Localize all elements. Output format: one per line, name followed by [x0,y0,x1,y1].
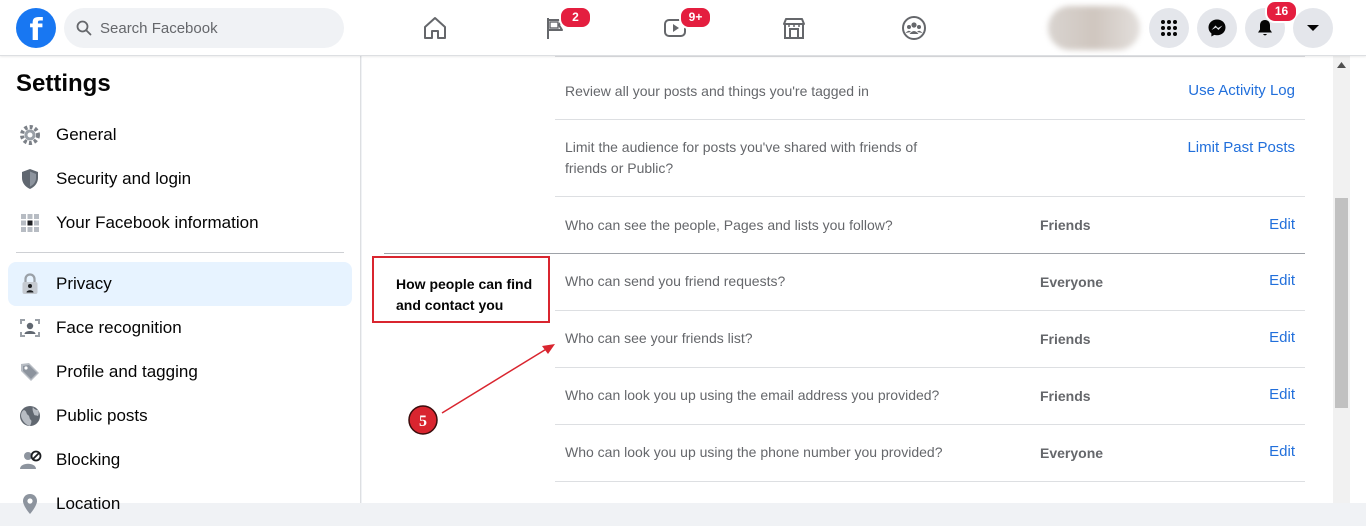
sidebar-item-label: Privacy [56,274,112,293]
sidebar-item-label: General [56,125,117,144]
setting-question: Limit the audience for posts you've shar… [565,139,918,176]
nav-marketplace[interactable] [774,8,814,48]
sidebar-item-label: Security and login [56,169,192,188]
account-button[interactable] [1293,8,1333,48]
sidebar-item-your-information[interactable]: Your Facebook information [8,201,352,245]
sidebar-item-profile-tagging[interactable]: Profile and tagging [8,350,352,394]
nav-home[interactable] [415,8,455,48]
settings-sidebar: Settings General Security and login Your… [0,56,361,514]
sidebar-item-label: Your Facebook information [56,213,259,232]
blocked-user-icon [16,446,44,474]
nav-watch[interactable]: 9+ [655,6,712,48]
groups-icon [902,16,926,40]
home-icon [424,17,446,39]
store-icon [783,18,805,39]
sidebar-item-label: Location [56,494,121,513]
location-icon [16,490,44,518]
sidebar-item-face-recognition[interactable]: Face recognition [8,306,352,350]
setting-value: Friends [1040,331,1091,347]
privacy-settings-panel: Review all your posts and things you're … [362,56,1333,503]
search-box[interactable] [64,8,344,48]
annotation-arrowhead [542,344,555,354]
limit-past-posts-link[interactable]: Limit Past Posts [1187,139,1295,156]
setting-value: Everyone [1040,274,1104,290]
shield-icon [16,165,44,193]
notifications-badge: 16 [1265,0,1298,23]
use-activity-log-link[interactable]: Use Activity Log [1188,82,1295,99]
annotation-arrow [441,347,549,414]
settings-row-limit-past-posts: Limit the audience for posts you've shar… [555,120,1305,197]
setting-question: Who can see the people, Pages and lists … [565,217,893,233]
right-gutter [1350,56,1366,503]
profile-avatar[interactable] [1048,6,1140,50]
sidebar-item-label: Profile and tagging [56,362,198,381]
sidebar-item-security[interactable]: Security and login [8,157,352,201]
search-icon [76,20,92,36]
edit-link[interactable]: Edit [1269,386,1295,403]
setting-value: Friends [1040,217,1091,233]
edit-link[interactable]: Edit [1269,443,1295,460]
setting-question: Who can look you up using the email addr… [565,387,940,403]
sidebar-item-public-posts[interactable]: Public posts [8,394,352,438]
settings-row-friends-list: Who can see your friends list? Friends E… [555,311,1305,368]
scroll-up-arrow-icon[interactable] [1333,56,1350,73]
setting-question: Review all your posts and things you're … [565,83,869,99]
menu-button[interactable] [1149,8,1189,48]
settings-row-email-lookup: Who can look you up using the email addr… [555,368,1305,425]
scrollbar-thumb[interactable] [1335,198,1348,408]
page-scrollbar[interactable] [1333,56,1350,503]
edit-link[interactable]: Edit [1269,216,1295,233]
setting-question: Who can look you up using the phone numb… [565,444,943,460]
page-title: Settings [16,70,111,97]
nav-pages[interactable]: 2 [535,6,592,48]
face-icon [16,314,44,342]
facebook-logo-icon[interactable]: f [16,8,56,48]
top-navigation-bar: f 2 9+ 16 [0,0,1366,56]
grid-info-icon [16,209,44,237]
edit-link[interactable]: Edit [1269,329,1295,346]
sidebar-item-privacy[interactable]: Privacy [8,262,352,306]
notifications-button[interactable]: 16 [1245,0,1298,48]
search-input[interactable] [100,19,320,37]
messenger-button[interactable] [1197,8,1237,48]
edit-link[interactable]: Edit [1269,272,1295,289]
step-marker-circle [408,405,438,435]
sidebar-item-label: Face recognition [56,318,182,337]
chevron-down-icon [1307,25,1319,31]
messenger-icon [1208,19,1226,37]
settings-row-friend-requests: Who can send you friend requests? Everyo… [555,254,1305,311]
step-number: 5 [419,413,427,430]
sidebar-item-blocking[interactable]: Blocking [8,438,352,482]
setting-question: Who can see your friends list? [565,330,753,346]
sidebar-item-location[interactable]: Location [8,482,352,526]
sidebar-item-label: Public posts [56,406,148,425]
settings-row-following: Who can see the people, Pages and lists … [555,197,1305,253]
gear-icon [16,121,44,149]
nav-groups[interactable] [894,8,934,48]
sidebar-divider [16,252,344,253]
apps-grid-icon [1161,20,1177,36]
lock-icon [16,270,44,298]
tag-icon [16,358,44,386]
setting-value: Friends [1040,388,1091,404]
sidebar-item-label: Blocking [56,450,121,469]
globe-icon [16,402,44,430]
watch-badge: 9+ [679,6,712,29]
settings-row-phone-lookup: Who can look you up using the phone numb… [555,425,1305,482]
sidebar-item-general[interactable]: General [8,113,352,157]
setting-question: Who can send you friend requests? [565,273,786,289]
pages-badge: 2 [559,6,592,29]
setting-value: Everyone [1040,445,1104,461]
section-label-find-contact: How people can find and contact you [372,256,550,323]
settings-row-activity-log: Review all your posts and things you're … [555,56,1305,120]
